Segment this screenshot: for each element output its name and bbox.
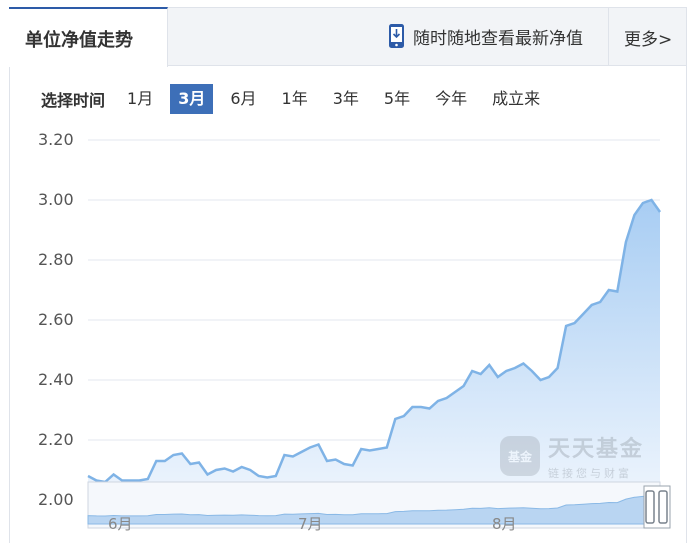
tab-bar: 单位净值走势 随时随地查看最新净值 更多> bbox=[9, 7, 686, 67]
y-tick-label: 2.20 bbox=[38, 430, 74, 449]
range-button[interactable]: 5年 bbox=[376, 84, 418, 114]
x-tick-label: 8月 bbox=[492, 515, 517, 533]
time-range-label: 选择时间 bbox=[41, 91, 106, 110]
tab-unit-nav-trend[interactable]: 单位净值走势 bbox=[9, 7, 168, 67]
x-tick-label: 6月 bbox=[108, 515, 133, 533]
tab-title: 单位净值走势 bbox=[25, 30, 133, 51]
range-button[interactable]: 6月 bbox=[222, 84, 264, 114]
y-tick-label: 3.00 bbox=[38, 190, 74, 209]
watermark-name: 天天基金 bbox=[548, 437, 645, 462]
x-tick-label: 7月 bbox=[298, 515, 323, 533]
range-button[interactable]: 3年 bbox=[325, 84, 367, 114]
range-button[interactable]: 1年 bbox=[274, 84, 316, 114]
mobile-nav-link[interactable]: 随时随地查看最新净值 bbox=[388, 22, 583, 50]
y-tick-label: 3.20 bbox=[38, 130, 74, 149]
time-range-selector: 选择时间 1月 3月 6月 1年 3年 5年 今年 成立来 bbox=[41, 84, 557, 114]
phone-download-icon bbox=[389, 24, 404, 48]
y-tick-label: 2.80 bbox=[38, 250, 74, 269]
range-button[interactable]: 3月 bbox=[170, 84, 214, 114]
range-button[interactable]: 今年 bbox=[427, 84, 475, 114]
more-link[interactable]: 更多> bbox=[624, 25, 672, 50]
mobile-nav-label: 随时随地查看最新净值 bbox=[413, 28, 583, 49]
divider bbox=[608, 8, 609, 66]
watermark-text: 天天基金 链接您与财富 bbox=[548, 431, 644, 481]
watermark-logo: 基金 bbox=[500, 436, 540, 476]
range-button[interactable]: 1月 bbox=[119, 84, 161, 114]
watermark: 基金 天天基金 链接您与财富 bbox=[500, 431, 644, 481]
range-button[interactable]: 成立来 bbox=[484, 84, 548, 114]
y-tick-label: 2.60 bbox=[38, 310, 74, 329]
range-navigator[interactable] bbox=[87, 481, 671, 529]
y-tick-label: 2.00 bbox=[38, 490, 74, 509]
watermark-slogan: 链接您与财富 bbox=[548, 467, 632, 480]
y-tick-label: 2.40 bbox=[38, 370, 74, 389]
nav-chart: 3.20 3.00 2.80 2.60 2.40 2.20 2.00 6月 7月… bbox=[0, 120, 687, 543]
navigator-left-handle[interactable] bbox=[645, 490, 655, 524]
navigator-right-handle[interactable] bbox=[658, 490, 668, 524]
